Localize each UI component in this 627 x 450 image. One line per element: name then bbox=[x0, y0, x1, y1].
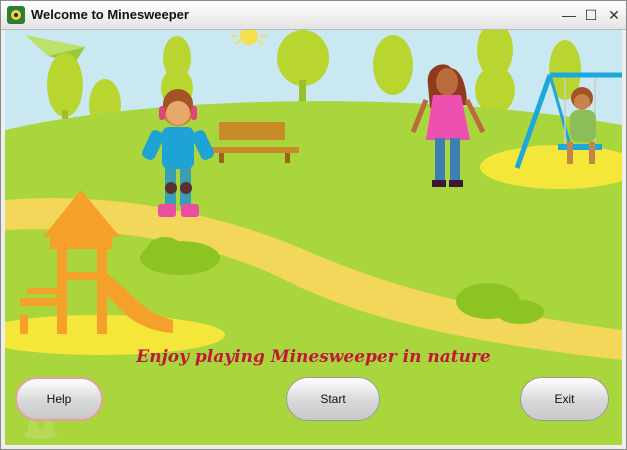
park-scene: Enjoy playing Minesweeper in nature Help… bbox=[5, 30, 622, 445]
help-button[interactable]: Help bbox=[15, 377, 103, 421]
app-window: Welcome to Minesweeper — ☐ ✕ Enjoy playi… bbox=[0, 0, 627, 450]
title-bar[interactable]: Welcome to Minesweeper — ☐ ✕ bbox=[1, 1, 626, 30]
window-title: Welcome to Minesweeper bbox=[31, 7, 189, 22]
exit-button[interactable]: Exit bbox=[520, 377, 609, 421]
tagline: Enjoy playing Minesweeper in nature bbox=[136, 347, 491, 367]
app-icon bbox=[7, 6, 25, 24]
start-button[interactable]: Start bbox=[286, 377, 380, 421]
maximize-button[interactable]: ☐ bbox=[581, 5, 601, 25]
minimize-button[interactable]: — bbox=[559, 5, 579, 25]
close-button[interactable]: ✕ bbox=[604, 5, 624, 25]
